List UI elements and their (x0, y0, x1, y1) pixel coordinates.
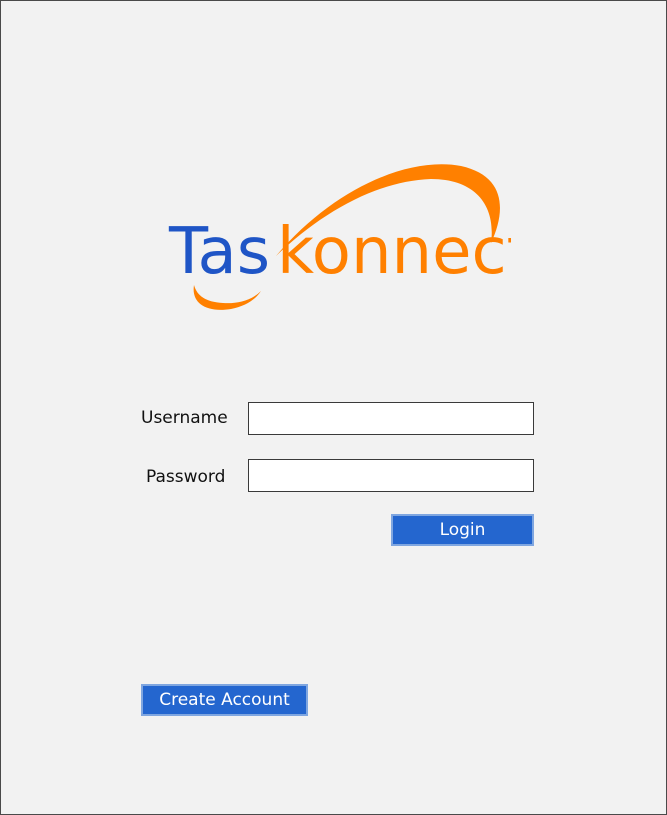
password-label: Password (146, 467, 226, 487)
logo-text-tas: Tas (168, 215, 270, 289)
password-input[interactable] (248, 459, 534, 492)
create-account-button[interactable]: Create Account (141, 684, 308, 716)
logo-text-konnect: konnect (277, 215, 511, 289)
login-window: Tas konnect Username Password Login Crea… (0, 0, 667, 815)
taskonnect-logo: Tas konnect (168, 164, 511, 310)
login-button[interactable]: Login (391, 514, 534, 546)
username-label: Username (141, 408, 228, 428)
username-input[interactable] (248, 402, 534, 435)
